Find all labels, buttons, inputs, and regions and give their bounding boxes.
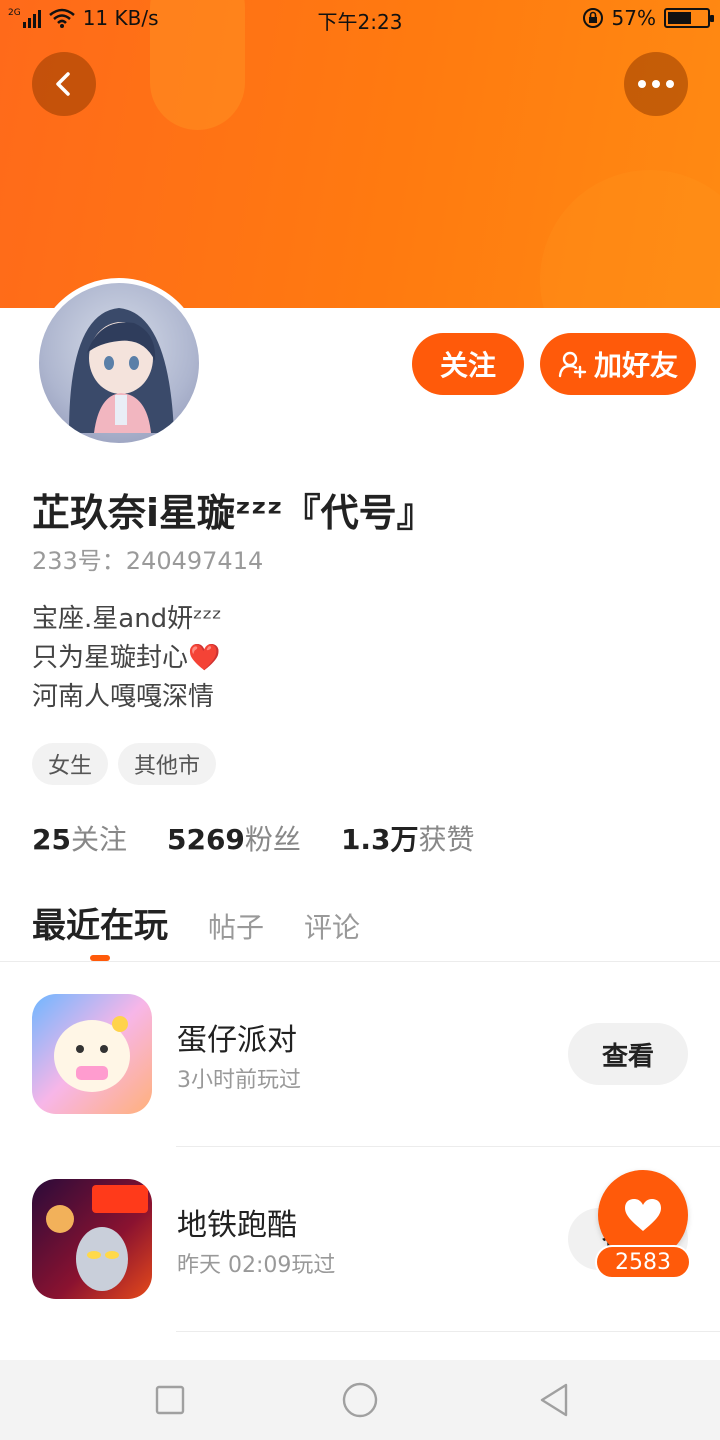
add-friend-button[interactable]: 加好友 [540, 333, 696, 395]
tab-recently-played[interactable]: 最近在玩 [32, 898, 168, 947]
bio-line: 只为星璇封心❤️ [32, 643, 221, 673]
profile-header-background [0, 0, 720, 308]
tag-city: 其他市 [118, 743, 217, 785]
game-icon [32, 994, 152, 1114]
stat-likes[interactable]: 1.3万获赞 [341, 818, 475, 858]
bio-line: 河南人嘎嘎深情 [32, 682, 215, 712]
game-name: 地铁跑酷 [177, 1208, 297, 1243]
battery-icon [664, 8, 714, 28]
tab-comments[interactable]: 评论 [304, 906, 360, 946]
follow-label: 关注 [439, 349, 496, 382]
stat-fans[interactable]: 5269粉丝 [167, 818, 301, 858]
circle-icon [342, 1382, 378, 1418]
game-item[interactable]: 蛋仔派对 3小时前玩过 查看 [0, 962, 720, 1146]
system-nav-bar [0, 1360, 720, 1440]
like-count: 2583 [595, 1245, 691, 1279]
list-divider [176, 1331, 720, 1332]
status-right: 57% [582, 6, 714, 30]
square-icon [155, 1385, 185, 1415]
stats-row: 25关注 5269粉丝 1.3万获赞 [32, 818, 475, 858]
add-user-icon [558, 351, 587, 379]
home-button[interactable] [340, 1380, 380, 1420]
add-friend-label: 加好友 [593, 349, 678, 382]
game-played-time: 3小时前玩过 [177, 1068, 301, 1093]
stat-following[interactable]: 25关注 [32, 818, 127, 858]
triangle-back-icon [540, 1383, 568, 1417]
game-played-time: 昨天 02:09玩过 [177, 1253, 336, 1278]
header-decoration [540, 170, 720, 308]
back-button[interactable] [32, 52, 96, 116]
tab-posts[interactable]: 帖子 [208, 906, 264, 946]
back-arrow-icon [56, 72, 70, 96]
avatar-illustration [69, 308, 174, 433]
nav-back-button[interactable] [534, 1380, 574, 1420]
tag-gender: 女生 [32, 743, 109, 785]
profile-tags: 女生 其他市 [32, 743, 217, 785]
status-bar: 2G 11 KB/s 下午2:23 57% [0, 0, 720, 38]
follow-button[interactable]: 关注 [412, 333, 524, 395]
view-button[interactable]: 查看 [568, 1023, 688, 1085]
recent-apps-button[interactable] [150, 1380, 190, 1420]
battery-percent: 57% [611, 6, 656, 30]
bio-line: 宝座.星and妍ᶻᶻᶻ [32, 604, 222, 634]
profile-tabs: 最近在玩 帖子 评论 [32, 898, 360, 947]
heart-icon [625, 1199, 661, 1231]
user-id: 233号：240497414 [32, 547, 264, 575]
game-icon [32, 1179, 152, 1299]
rotation-lock-icon [582, 8, 603, 28]
avatar[interactable] [34, 278, 204, 448]
profile-name: 芷玖奈i星璇ᶻᶻᶻ『代号』 [32, 491, 435, 535]
more-icon [638, 80, 674, 88]
bio: 宝座.星and妍ᶻᶻᶻ 只为星璇封心❤️ 河南人嘎嘎深情 [32, 600, 222, 717]
game-name: 蛋仔派对 [177, 1023, 297, 1058]
more-button[interactable] [624, 52, 688, 116]
